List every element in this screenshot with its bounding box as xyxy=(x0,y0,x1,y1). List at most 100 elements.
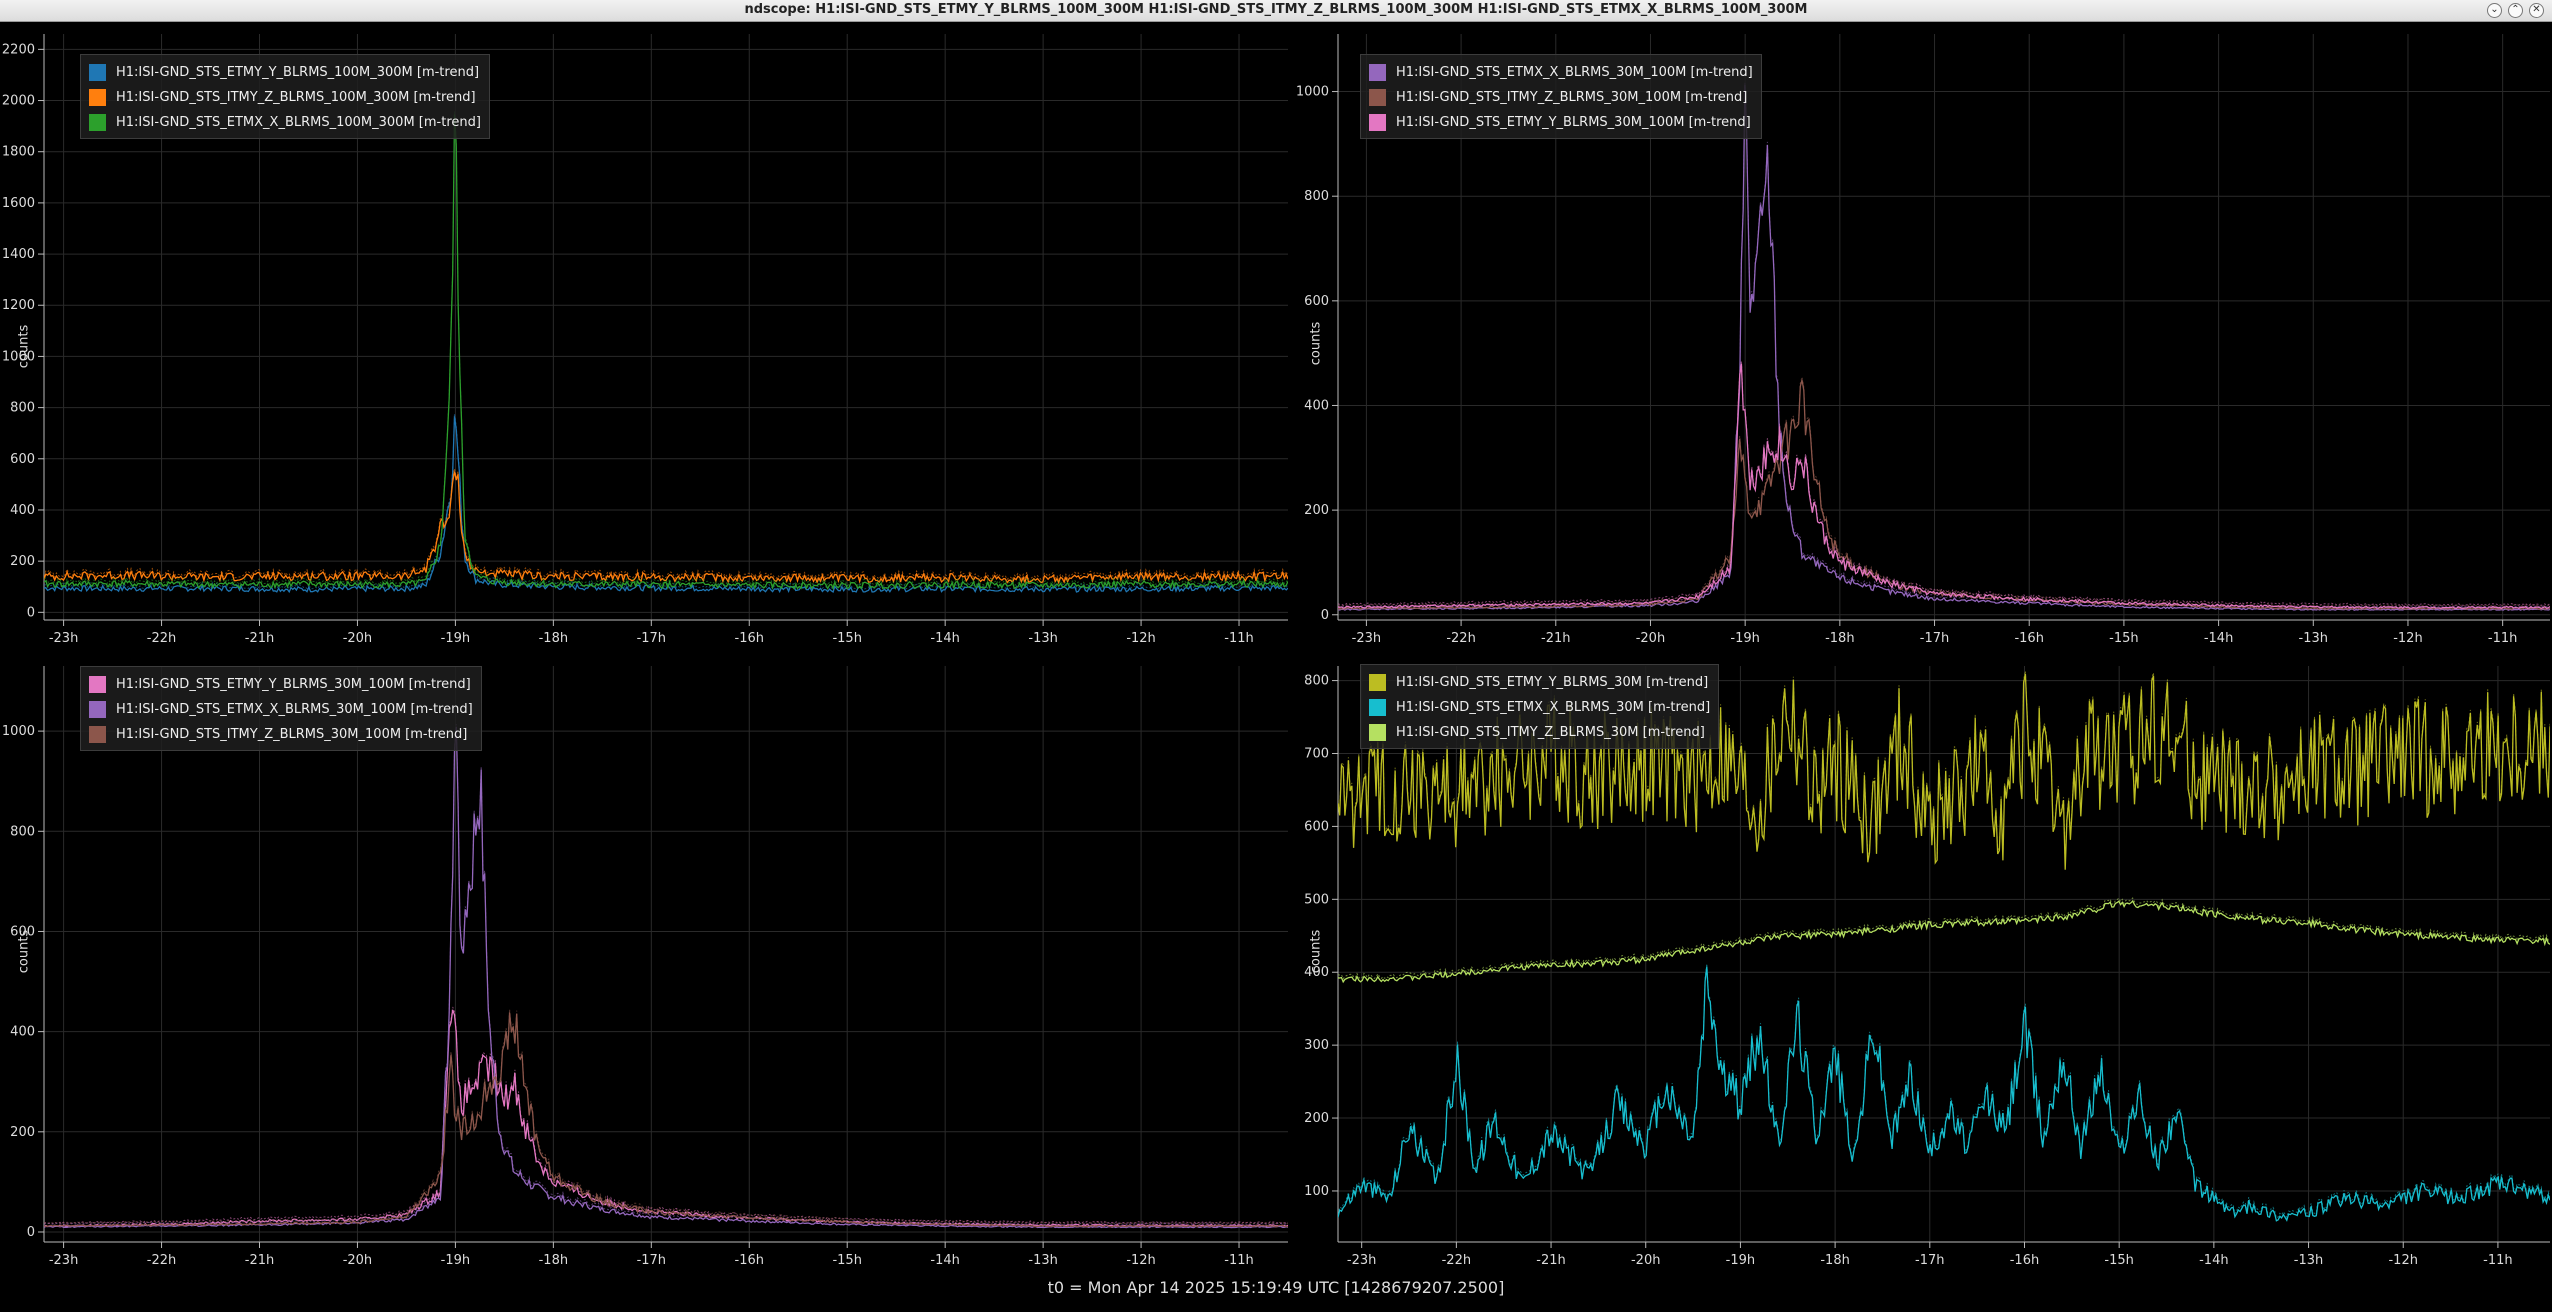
legend-item[interactable]: H1:ISI-GND_STS_ITMY_Z_BLRMS_30M [m-trend… xyxy=(1369,720,1710,745)
y-tick-label: 700 xyxy=(1304,746,1329,761)
legend-label: H1:ISI-GND_STS_ETMY_Y_BLRMS_100M_300M [m… xyxy=(116,65,480,80)
y-tick-label: 300 xyxy=(1304,1038,1329,1053)
series-line[interactable] xyxy=(1338,84,2550,611)
series-envelope xyxy=(44,723,1288,1226)
legend-label: H1:ISI-GND_STS_ETMX_X_BLRMS_30M_100M [m-… xyxy=(116,702,473,717)
x-tick-label: -21h xyxy=(245,631,274,646)
plot-top-right[interactable]: -23h -22h -21h -20h -19h -18h -17h -16h -15h -14h… xyxy=(1290,24,2552,654)
x-tick-label: -12h xyxy=(1126,631,1155,646)
x-tick-label: -18h xyxy=(1820,1253,1849,1268)
legend-item[interactable]: H1:ISI-GND_STS_ITMY_Z_BLRMS_30M_100M [m-… xyxy=(89,722,473,747)
x-tick-label: -21h xyxy=(1541,631,1570,646)
x-tick-label: -19h xyxy=(441,1253,470,1268)
x-tick-label: -16h xyxy=(2014,631,2043,646)
x-tick-label: -19h xyxy=(1730,631,1759,646)
series-line[interactable] xyxy=(1338,966,2550,1222)
series-line[interactable] xyxy=(1338,379,2550,610)
y-tick-label: 800 xyxy=(1304,674,1329,689)
legend-item[interactable]: H1:ISI-GND_STS_ITMY_Z_BLRMS_100M_300M [m… xyxy=(89,85,481,110)
legend-swatch xyxy=(89,701,106,718)
legend-item[interactable]: H1:ISI-GND_STS_ETMX_X_BLRMS_30M_100M [m-… xyxy=(1369,60,1753,85)
legend-item[interactable]: H1:ISI-GND_STS_ETMY_Y_BLRMS_100M_300M [m… xyxy=(89,60,481,85)
legend: H1:ISI-GND_STS_ETMY_Y_BLRMS_30M [m-trend… xyxy=(1360,664,1720,749)
x-tick-label: -17h xyxy=(637,631,666,646)
series-envelope xyxy=(1338,81,2550,608)
plot-top-left[interactable]: -23h -22h -21h -20h -19h -18h -17h -16h -15h -14h… xyxy=(0,24,1290,654)
series-line[interactable] xyxy=(44,726,1288,1229)
y-axis-label: counts xyxy=(1308,321,1324,366)
minimize-button[interactable]: ⌄ xyxy=(2487,3,2502,18)
maximize-button[interactable]: ⌃ xyxy=(2508,3,2523,18)
legend-label: H1:ISI-GND_STS_ITMY_Z_BLRMS_30M [m-trend… xyxy=(1396,725,1705,740)
series-line[interactable] xyxy=(44,1009,1288,1228)
x-tick-label: -21h xyxy=(245,1253,274,1268)
x-tick-label: -18h xyxy=(1825,631,1854,646)
x-tick-label: -13h xyxy=(2294,1253,2323,1268)
series-envelope xyxy=(44,111,1288,587)
legend-label: H1:ISI-GND_STS_ETMY_Y_BLRMS_30M_100M [m-… xyxy=(1396,115,1751,130)
series-line[interactable] xyxy=(44,471,1288,585)
window-title: ndscope: H1:ISI-GND_STS_ETMY_Y_BLRMS_100… xyxy=(744,2,1808,17)
x-tick-label: -23h xyxy=(1347,1253,1376,1268)
legend-label: H1:ISI-GND_STS_ETMY_Y_BLRMS_30M [m-trend… xyxy=(1396,675,1709,690)
y-tick-label: 800 xyxy=(10,824,35,839)
legend: H1:ISI-GND_STS_ETMY_Y_BLRMS_100M_300M [m… xyxy=(80,54,490,139)
legend-label: H1:ISI-GND_STS_ETMY_Y_BLRMS_30M_100M [m-… xyxy=(116,677,471,692)
legend-label: H1:ISI-GND_STS_ETMX_X_BLRMS_30M_100M [m-… xyxy=(1396,65,1753,80)
legend-swatch xyxy=(89,89,106,106)
series-envelope xyxy=(1338,376,2550,607)
y-axis-label: counts xyxy=(16,929,32,974)
legend-item[interactable]: H1:ISI-GND_STS_ETMX_X_BLRMS_30M_100M [m-… xyxy=(89,697,473,722)
legend-item[interactable]: H1:ISI-GND_STS_ETMY_Y_BLRMS_30M_100M [m-… xyxy=(1369,110,1753,135)
y-tick-label: 600 xyxy=(1304,819,1329,834)
y-tick-label: 800 xyxy=(1304,189,1329,204)
series-envelope xyxy=(44,468,1288,582)
y-tick-label: 2000 xyxy=(2,94,35,109)
close-button[interactable]: ✕ xyxy=(2529,3,2544,18)
series-envelope xyxy=(44,413,1288,590)
x-tick-label: -18h xyxy=(539,1253,568,1268)
x-tick-label: -20h xyxy=(1631,1253,1660,1268)
series-line[interactable] xyxy=(44,1012,1288,1228)
y-tick-label: 0 xyxy=(1321,608,1329,623)
y-tick-label: 100 xyxy=(1304,1184,1329,1199)
x-tick-label: -18h xyxy=(539,631,568,646)
y-tick-label: 200 xyxy=(10,554,35,569)
legend-swatch xyxy=(89,726,106,743)
x-tick-label: -14h xyxy=(930,1253,959,1268)
legend-item[interactable]: H1:ISI-GND_STS_ETMX_X_BLRMS_30M [m-trend… xyxy=(1369,695,1710,720)
y-tick-label: 0 xyxy=(27,1225,35,1240)
legend-swatch xyxy=(1369,89,1386,106)
legend-item[interactable]: H1:ISI-GND_STS_ETMY_Y_BLRMS_30M [m-trend… xyxy=(1369,670,1710,695)
x-tick-label: -17h xyxy=(1920,631,1949,646)
x-tick-label: -11h xyxy=(1224,631,1253,646)
series-line[interactable] xyxy=(1338,363,2550,610)
legend-label: H1:ISI-GND_STS_ITMY_Z_BLRMS_30M_100M [m-… xyxy=(116,727,468,742)
x-tick-label: -17h xyxy=(637,1253,666,1268)
y-axis-label: counts xyxy=(1308,929,1324,974)
legend-swatch xyxy=(89,114,106,131)
plot-bottom-right[interactable]: -23h -22h -21h -20h -19h -18h -17h -16h -15h -14h… xyxy=(1290,654,2552,1274)
legend-label: H1:ISI-GND_STS_ITMY_Z_BLRMS_30M_100M [m-… xyxy=(1396,90,1748,105)
legend-item[interactable]: H1:ISI-GND_STS_ITMY_Z_BLRMS_30M_100M [m-… xyxy=(1369,85,1753,110)
legend-item[interactable]: H1:ISI-GND_STS_ETMX_X_BLRMS_100M_300M [m… xyxy=(89,110,481,135)
y-tick-label: 1600 xyxy=(2,196,35,211)
series-line[interactable] xyxy=(44,416,1288,594)
x-tick-label: -15h xyxy=(832,631,861,646)
y-tick-label: 600 xyxy=(10,452,35,467)
y-tick-label: 1200 xyxy=(2,298,35,313)
y-axis-label: counts xyxy=(16,324,32,369)
x-tick-label: -16h xyxy=(2010,1253,2039,1268)
series-envelope xyxy=(1338,360,2550,606)
x-tick-label: -23h xyxy=(49,1253,78,1268)
series-line[interactable] xyxy=(44,114,1288,590)
y-tick-label: 500 xyxy=(1304,892,1329,907)
y-tick-label: 400 xyxy=(10,1025,35,1040)
legend-item[interactable]: H1:ISI-GND_STS_ETMY_Y_BLRMS_30M_100M [m-… xyxy=(89,672,473,697)
plot-bottom-left[interactable]: -23h -22h -21h -20h -19h -18h -17h -16h -15h -14h… xyxy=(0,654,1290,1274)
x-tick-label: -11h xyxy=(2483,1253,2512,1268)
y-tick-label: 0 xyxy=(27,605,35,620)
legend: H1:ISI-GND_STS_ETMY_Y_BLRMS_30M_100M [m-… xyxy=(80,666,482,751)
y-tick-label: 400 xyxy=(10,503,35,518)
series-line[interactable] xyxy=(1338,899,2550,984)
